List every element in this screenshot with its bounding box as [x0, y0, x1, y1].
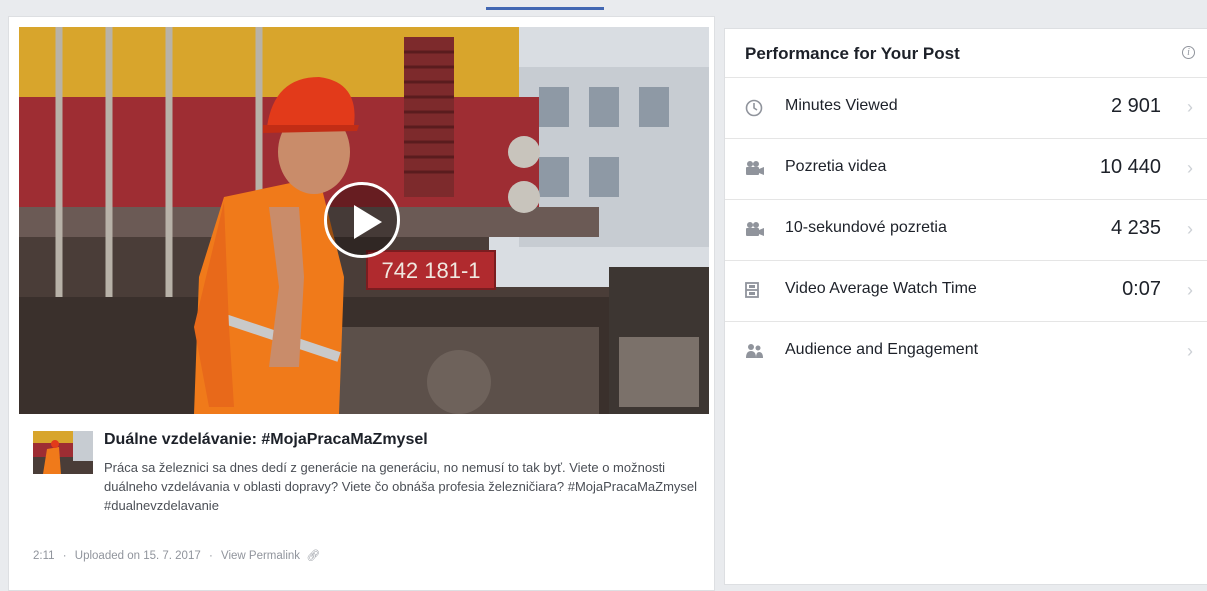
chevron-right-icon: ›: [1187, 97, 1193, 117]
meta-separator: ·: [208, 550, 213, 562]
metric-value: 4 235: [1110, 217, 1161, 239]
metric-row-average-watch-time[interactable]: Video Average Watch Time 0:07 ›: [725, 261, 1207, 322]
video-duration: 2:11: [33, 550, 55, 562]
performance-panel: Performance for Your Post i Minutes View…: [724, 28, 1207, 585]
chevron-right-icon: ›: [1187, 219, 1193, 239]
clock-icon: [745, 99, 765, 117]
post-title[interactable]: Duálne vzdelávanie: #MojaPracaMaZmysel: [104, 431, 428, 449]
play-button[interactable]: [324, 182, 400, 258]
link-icon: 🔗︎: [306, 550, 321, 562]
metric-value: 2 901: [1110, 95, 1161, 117]
view-permalink-link[interactable]: View Permalink: [221, 550, 300, 562]
chevron-right-icon: ›: [1187, 280, 1193, 300]
performance-title: Performance for Your Post: [745, 44, 960, 63]
chevron-right-icon: ›: [1187, 158, 1193, 178]
people-icon: [745, 343, 765, 361]
info-icon[interactable]: i: [1182, 46, 1195, 59]
video-post-card: 742 181-1 Duálne vzdelávanie: #MojaPraca…: [8, 16, 715, 591]
upload-date: Uploaded on 15. 7. 2017: [74, 550, 201, 562]
metric-label: Pozretia videa: [785, 158, 887, 175]
chevron-right-icon: ›: [1187, 341, 1193, 361]
post-meta: 2:11 · Uploaded on 15. 7. 2017 · View Pe…: [33, 549, 320, 562]
film-icon: [745, 282, 765, 300]
metric-label: Video Average Watch Time: [785, 280, 977, 297]
locomotive-number: 742 181-1: [381, 258, 480, 283]
metric-row-pozretia-videa[interactable]: Pozretia videa 10 440 ›: [725, 139, 1207, 200]
play-icon: [354, 205, 382, 239]
video-player[interactable]: 742 181-1: [19, 27, 709, 414]
metric-label: Minutes Viewed: [785, 97, 898, 114]
metric-row-audience-engagement[interactable]: Audience and Engagement ›: [725, 322, 1207, 382]
metric-value: 0:07: [1122, 278, 1161, 300]
active-tab-indicator: [486, 7, 604, 10]
post-description: Práca sa železnici sa dnes dedí z generá…: [104, 460, 698, 513]
metric-value: 10 440: [1099, 156, 1161, 178]
metric-row-minutes-viewed[interactable]: Minutes Viewed 2 901 ›: [725, 78, 1207, 139]
metric-label: 10-sekundové pozretia: [785, 219, 947, 236]
video-thumbnail[interactable]: [33, 431, 93, 474]
metric-row-10-second-views[interactable]: 10-sekundové pozretia 4 235 ›: [725, 200, 1207, 261]
video-camera-icon: [745, 221, 765, 239]
performance-header: Performance for Your Post i: [725, 29, 1207, 78]
video-camera-icon: [745, 160, 765, 178]
meta-separator: ·: [62, 550, 67, 562]
metric-label: Audience and Engagement: [785, 341, 979, 358]
